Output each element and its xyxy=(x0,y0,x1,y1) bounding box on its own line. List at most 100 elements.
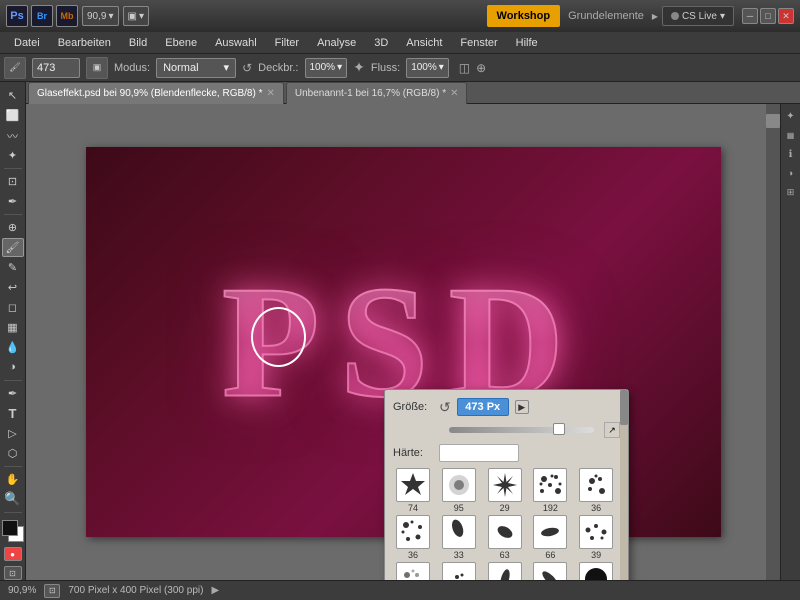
ps-icon: Ps xyxy=(6,5,28,27)
modus-dropdown[interactable]: Normal ▾ xyxy=(156,58,236,78)
status-btn[interactable]: ⊡ xyxy=(44,584,60,598)
brush-item-3[interactable]: 192 xyxy=(530,468,570,513)
size-slider[interactable] xyxy=(449,427,594,433)
scrollbar-thumb-v[interactable] xyxy=(766,114,780,128)
menu-ebene[interactable]: Ebene xyxy=(157,35,205,51)
right-info-tool[interactable]: ℹ xyxy=(783,146,799,162)
vertical-scrollbar[interactable] xyxy=(766,104,780,580)
menu-fenster[interactable]: Fenster xyxy=(452,35,505,51)
brush-item-13[interactable]: 32 xyxy=(530,562,570,580)
fluss-field[interactable]: 100% ▾ xyxy=(406,58,449,78)
brush-item-9[interactable]: 39 xyxy=(576,515,616,560)
gradient-tool[interactable]: ▦ xyxy=(2,318,24,337)
tab-glaseffekt-close[interactable]: ✕ xyxy=(267,88,275,99)
tab-glaseffekt[interactable]: Glaseffekt.psd bei 90,9% (Blendenflecke,… xyxy=(28,82,284,104)
expand-icon[interactable]: ▸ xyxy=(652,9,658,23)
brush-item-0[interactable]: 74 xyxy=(393,468,433,513)
airbrush-icon[interactable]: ✦ xyxy=(353,59,365,76)
brush-item-7[interactable]: 63 xyxy=(485,515,525,560)
right-history-tool[interactable]: ▦ xyxy=(783,127,799,143)
brush-size-7: 63 xyxy=(500,550,510,560)
brush-size-field[interactable]: 473 xyxy=(32,58,80,78)
close-button[interactable]: ✕ xyxy=(778,8,794,24)
lasso-tool[interactable]: 〰 xyxy=(2,126,24,145)
brush-popup-scrollbar[interactable] xyxy=(620,390,628,580)
tab-unbenannt[interactable]: Unbenannt-1 bei 16,7% (RGB/8) * ✕ xyxy=(286,82,468,104)
menu-bearbeiten[interactable]: Bearbeiten xyxy=(50,35,119,51)
menu-filter[interactable]: Filter xyxy=(267,35,307,51)
brush-item-14[interactable]: 55 xyxy=(576,562,616,580)
zoom-tool[interactable]: 🔍 xyxy=(2,490,24,509)
select-rect-tool[interactable]: ⬜ xyxy=(2,106,24,125)
menu-hilfe[interactable]: Hilfe xyxy=(508,35,546,51)
right-layers-tool[interactable]: ⊞ xyxy=(783,184,799,200)
maximize-button[interactable]: □ xyxy=(760,8,776,24)
deckraft-arrow: ▾ xyxy=(337,62,342,73)
canvas-area[interactable]: PSD Größe: ↺ 473 Px ▶ xyxy=(26,104,780,580)
blur-tool[interactable]: 💧 xyxy=(2,338,24,357)
brush-preview-9 xyxy=(579,515,613,549)
tab-unbenannt-close[interactable]: ✕ xyxy=(450,88,458,99)
brush-item-1[interactable]: 95 xyxy=(439,468,479,513)
brush-preset-icon[interactable]: ▣ xyxy=(86,57,108,79)
right-adjust-tool[interactable]: ◑ xyxy=(783,165,799,181)
deckraft-field[interactable]: 100% ▾ xyxy=(305,58,348,78)
brush-item-6[interactable]: 33 xyxy=(439,515,479,560)
brush-item-4[interactable]: 36 xyxy=(576,468,616,513)
brush-item-10[interactable]: 63 xyxy=(393,562,433,580)
hardness-input[interactable] xyxy=(439,444,519,462)
history-brush-tool[interactable]: ↩ xyxy=(2,278,24,297)
crop-tool[interactable]: ⊡ xyxy=(2,172,24,191)
menu-analyse[interactable]: Analyse xyxy=(309,35,364,51)
brush-item-8[interactable]: 66 xyxy=(530,515,570,560)
fluss-value: 100% xyxy=(411,62,437,73)
brush-tool[interactable]: 🖌 xyxy=(2,238,24,257)
right-star-tool[interactable]: ✦ xyxy=(783,108,799,124)
eyedropper-tool[interactable]: ✒ xyxy=(2,192,24,211)
workspace-button[interactable]: Workshop xyxy=(487,5,561,27)
brush-item-2[interactable]: 29 xyxy=(485,468,525,513)
pen-tool[interactable]: ✒ xyxy=(2,384,24,403)
dodge-tool[interactable]: ◑ xyxy=(2,358,24,377)
size-slider-thumb[interactable] xyxy=(553,423,565,435)
size-value: 473 Px xyxy=(465,401,500,413)
screen-mode-btn[interactable]: ⊡ xyxy=(4,566,22,580)
path-select-tool[interactable]: ▷ xyxy=(2,424,24,443)
minimize-button[interactable]: ─ xyxy=(742,8,758,24)
workspace-label: Workshop xyxy=(497,10,551,22)
color-swatches[interactable] xyxy=(0,518,26,540)
eraser-tool[interactable]: ◻ xyxy=(2,298,24,317)
text-tool[interactable]: T xyxy=(2,404,24,423)
deckraft-label: Deckbr.: xyxy=(258,62,298,74)
shape-tool[interactable]: ⬡ xyxy=(2,444,24,463)
menu-datei[interactable]: Datei xyxy=(6,35,48,51)
clone-tool[interactable]: ✎ xyxy=(2,258,24,277)
move-tool[interactable]: ↖ xyxy=(2,86,24,105)
brush-popup-scrollbar-thumb[interactable] xyxy=(620,390,628,425)
hand-tool[interactable]: ✋ xyxy=(2,470,24,489)
brush-tool-icon[interactable]: 🖌 xyxy=(4,57,26,79)
brush-item-12[interactable]: 48 xyxy=(485,562,525,580)
slider-corner[interactable]: ↗ xyxy=(604,422,620,438)
size-refresh-icon[interactable]: ↺ xyxy=(439,399,451,416)
menu-ansicht[interactable]: Ansicht xyxy=(398,35,450,51)
menu-bild[interactable]: Bild xyxy=(121,35,155,51)
quick-mask-btn[interactable]: ● xyxy=(4,547,22,561)
layout-dropdown[interactable]: ▣ ▾ xyxy=(123,6,149,26)
status-arrow[interactable]: ▶ xyxy=(211,585,219,596)
size-label: Größe: xyxy=(393,401,433,413)
brush-item-11[interactable]: 11 xyxy=(439,562,479,580)
brush-size-0: 74 xyxy=(408,503,418,513)
brush-item-5[interactable]: 36 xyxy=(393,515,433,560)
menu-3d[interactable]: 3D xyxy=(366,35,396,51)
brush-preview-12 xyxy=(488,562,522,580)
cs-live-button[interactable]: CS Live ▾ xyxy=(662,6,734,26)
heal-tool[interactable]: ⊕ xyxy=(2,218,24,237)
foreground-color-swatch[interactable] xyxy=(2,520,18,536)
magic-wand-tool[interactable]: ✦ xyxy=(2,146,24,165)
menu-auswahl[interactable]: Auswahl xyxy=(207,35,265,51)
view-dropdown[interactable]: 90,9 ▾ xyxy=(82,6,119,26)
brush-size-value: 473 xyxy=(37,62,55,74)
size-arrow-btn[interactable]: ▶ xyxy=(515,400,529,414)
size-input[interactable]: 473 Px xyxy=(457,398,509,416)
